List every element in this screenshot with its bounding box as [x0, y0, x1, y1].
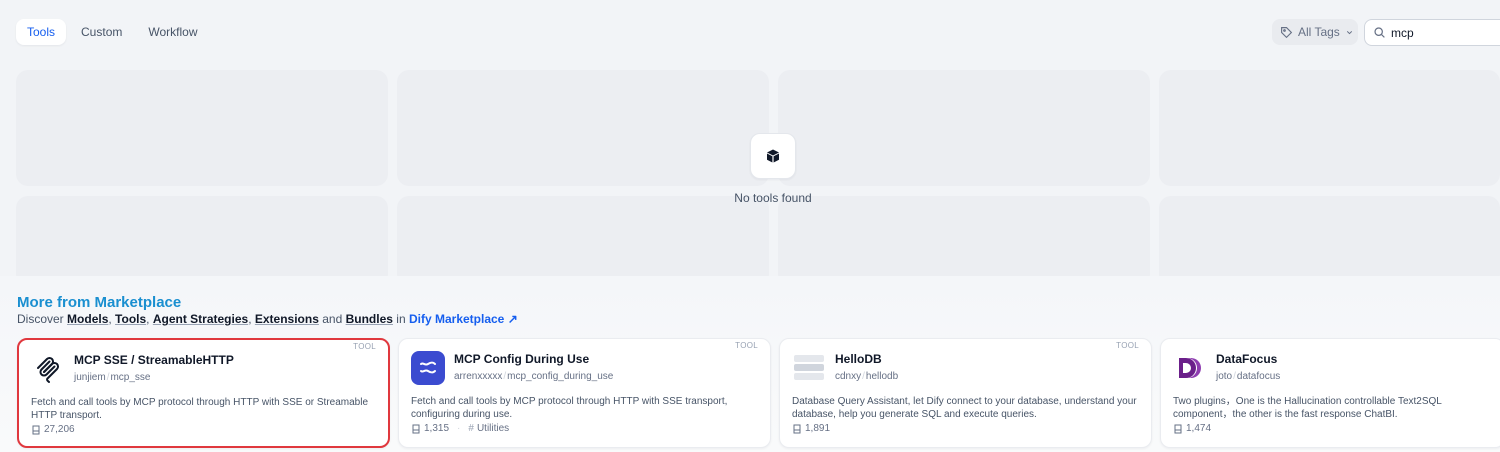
tab-custom[interactable]: Custom [70, 19, 133, 45]
placeholder-card [778, 196, 1150, 286]
models-link[interactable]: Models [67, 312, 108, 326]
plugin-card-mcp-config[interactable]: TOOL MCP Config During Use arrenxxxxx/mc… [398, 338, 771, 448]
card-org: cdnxy/hellodb [835, 371, 899, 382]
plugin-card-hellodb[interactable]: TOOL HelloDB cdnxy/hellodb Database Quer… [779, 338, 1152, 448]
install-icon [1174, 424, 1182, 433]
card-plugin-id: datafocus [1236, 371, 1281, 382]
meta-separator: · [457, 423, 461, 434]
card-plugin-id: mcp_config_during_use [507, 371, 614, 382]
marketplace-subtitle: Discover Models, Tools, Agent Strategies… [17, 312, 518, 326]
card-org: junjiem/mcp_sse [74, 372, 151, 383]
subtitle-and: and [322, 312, 343, 326]
card-tag: Utilities [476, 423, 510, 434]
card-meta: 27,206 [31, 424, 75, 435]
card-type-badge: TOOL [353, 342, 376, 351]
card-type-badge: TOOL [1116, 341, 1139, 350]
marketplace-title: More from Marketplace [17, 294, 182, 311]
card-org: arrenxxxxx/mcp_config_during_use [454, 371, 614, 382]
subtitle-prefix: Discover [17, 312, 64, 326]
wave-logo-icon [411, 351, 445, 385]
tag-icon [1281, 26, 1293, 38]
tab-workflow[interactable]: Workflow [137, 19, 208, 45]
placeholder-card [1159, 196, 1500, 286]
marketplace-section: More from Marketplace Discover Models, T… [0, 276, 1500, 452]
card-name: HelloDB [835, 352, 882, 366]
hash-icon: # [468, 423, 474, 434]
all-tags-dropdown[interactable]: All Tags [1272, 19, 1358, 45]
card-description: Two plugins，One is the Hallucination con… [1173, 396, 1442, 420]
card-org-name: cdnxy [835, 371, 862, 382]
dify-marketplace-link[interactable]: Dify Marketplace ↗ [409, 312, 518, 326]
empty-state-box [750, 133, 796, 179]
card-description: Fetch and call tools by MCP protocol thr… [411, 396, 728, 420]
search-input[interactable] [1391, 25, 1491, 40]
plugin-card-datafocus[interactable]: DataFocus joto/datafocus Two plugins，One… [1160, 338, 1500, 448]
card-description: Database Query Assistant, let Dify conne… [792, 396, 1137, 420]
extensions-link[interactable]: Extensions [255, 312, 319, 326]
tab-tools[interactable]: Tools [16, 19, 67, 45]
empty-state: No tools found [700, 133, 846, 205]
card-plugin-id: mcp_sse [110, 372, 151, 383]
card-org: joto/datafocus [1216, 371, 1281, 382]
search-icon [1374, 27, 1385, 38]
cube-icon [767, 149, 779, 163]
card-meta: 1,315 · # Utilities [411, 423, 509, 434]
install-count: 1,315 [424, 423, 450, 434]
card-name: MCP SSE / StreamableHTTP [74, 353, 234, 367]
card-name: MCP Config During Use [454, 352, 590, 366]
install-count: 1,891 [805, 423, 831, 434]
bundles-link[interactable]: Bundles [346, 312, 393, 326]
placeholder-card [16, 196, 388, 286]
plugin-card-mcp-sse[interactable]: TOOL MCP SSE / StreamableHTTP junjiem/mc… [17, 338, 390, 448]
card-description: Fetch and call tools by MCP protocol thr… [31, 397, 369, 421]
card-meta: 1,891 [792, 423, 830, 434]
card-type-badge: TOOL [735, 341, 758, 350]
search-box [1364, 19, 1500, 46]
empty-state-text: No tools found [734, 191, 812, 205]
card-meta: 1,474 [1173, 423, 1211, 434]
card-plugin-id: hellodb [865, 371, 899, 382]
card-name: DataFocus [1216, 352, 1278, 366]
placeholder-card [16, 70, 388, 186]
mcp-logo-icon [31, 352, 65, 386]
install-count: 27,206 [44, 424, 75, 435]
database-icon [792, 351, 826, 385]
all-tags-label: All Tags [1298, 25, 1340, 39]
agent-strategies-link[interactable]: Agent Strategies [153, 312, 248, 326]
subtitle-in: in [396, 312, 406, 326]
card-org-name: joto [1216, 371, 1233, 382]
install-icon [793, 424, 801, 433]
placeholder-card [397, 196, 769, 286]
install-icon [412, 424, 420, 433]
category-tabs: Tools Custom Workflow [16, 19, 208, 45]
placeholder-card [1159, 70, 1500, 186]
card-org-name: arrenxxxxx [454, 371, 503, 382]
chevron-down-icon [1346, 30, 1352, 34]
card-org-name: junjiem [74, 372, 106, 383]
install-icon [32, 425, 40, 434]
install-count: 1,474 [1186, 423, 1212, 434]
tools-link[interactable]: Tools [115, 312, 146, 326]
datafocus-logo-icon [1173, 351, 1207, 385]
